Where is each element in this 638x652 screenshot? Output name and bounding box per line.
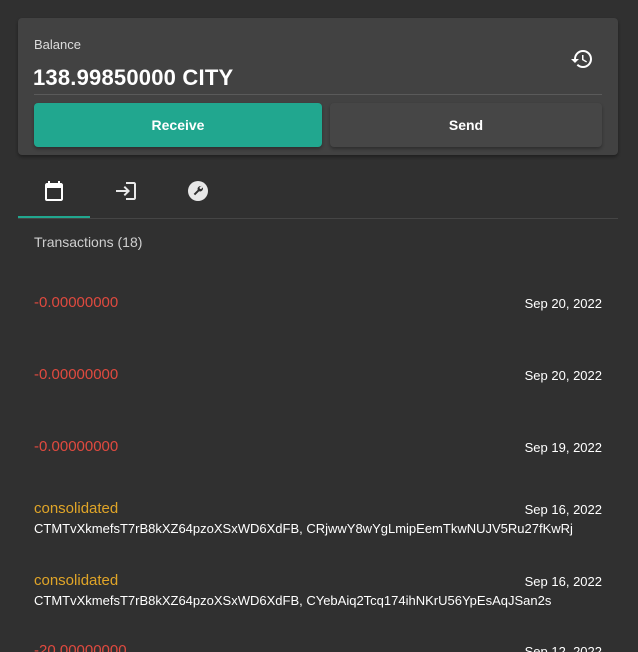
transaction-addresses: CTMTvXkmefsT7rB8kXZ64pzoXSxWD6XdFB, CRjw… <box>34 521 573 536</box>
login-icon <box>114 179 138 208</box>
tab-transactions[interactable] <box>18 170 90 218</box>
transaction-row[interactable]: -20.00000000 Sep 12, 2022 <box>34 642 602 652</box>
transaction-amount: consolidated <box>34 572 119 589</box>
transaction-amount: -20.00000000 <box>34 642 127 652</box>
tab-receive-history[interactable] <box>90 170 162 217</box>
transaction-date: Sep 12, 2022 <box>524 644 602 652</box>
send-button[interactable]: Send <box>330 103 602 147</box>
balance-divider <box>34 94 602 95</box>
history-icon[interactable] <box>570 47 594 71</box>
transaction-date: Sep 20, 2022 <box>524 296 602 311</box>
wrench-icon <box>186 179 210 208</box>
calendar-icon <box>42 179 66 208</box>
receive-button[interactable]: Receive <box>34 103 322 147</box>
transaction-date: Sep 19, 2022 <box>524 440 602 455</box>
transactions-header: Transactions (18) <box>34 234 143 250</box>
transaction-row[interactable]: -0.00000000 Sep 19, 2022 <box>34 438 602 478</box>
transaction-row[interactable]: -0.00000000 Sep 20, 2022 <box>34 366 602 406</box>
transaction-amount: -0.00000000 <box>34 366 119 383</box>
transaction-date: Sep 16, 2022 <box>524 502 602 517</box>
transaction-date: Sep 20, 2022 <box>524 368 602 383</box>
transaction-row[interactable]: -0.00000000 Sep 20, 2022 <box>34 294 602 334</box>
transaction-row[interactable]: consolidated Sep 16, 2022 CTMTvXkmefsT7r… <box>34 500 602 544</box>
balance-label: Balance <box>34 37 81 52</box>
transaction-date: Sep 16, 2022 <box>524 574 602 589</box>
balance-value: 138.99850000 CITY <box>33 65 234 90</box>
transaction-amount: -0.00000000 <box>34 438 119 455</box>
balance-card: Balance 138.99850000 CITY Receive Send <box>18 18 618 155</box>
transaction-amount: -0.00000000 <box>34 294 119 311</box>
tab-tools[interactable] <box>162 170 234 217</box>
tab-bar <box>18 170 618 219</box>
transaction-addresses: CTMTvXkmefsT7rB8kXZ64pzoXSxWD6XdFB, CYeb… <box>34 593 552 608</box>
transaction-row[interactable]: consolidated Sep 16, 2022 CTMTvXkmefsT7r… <box>34 572 602 616</box>
transaction-amount: consolidated <box>34 500 119 517</box>
